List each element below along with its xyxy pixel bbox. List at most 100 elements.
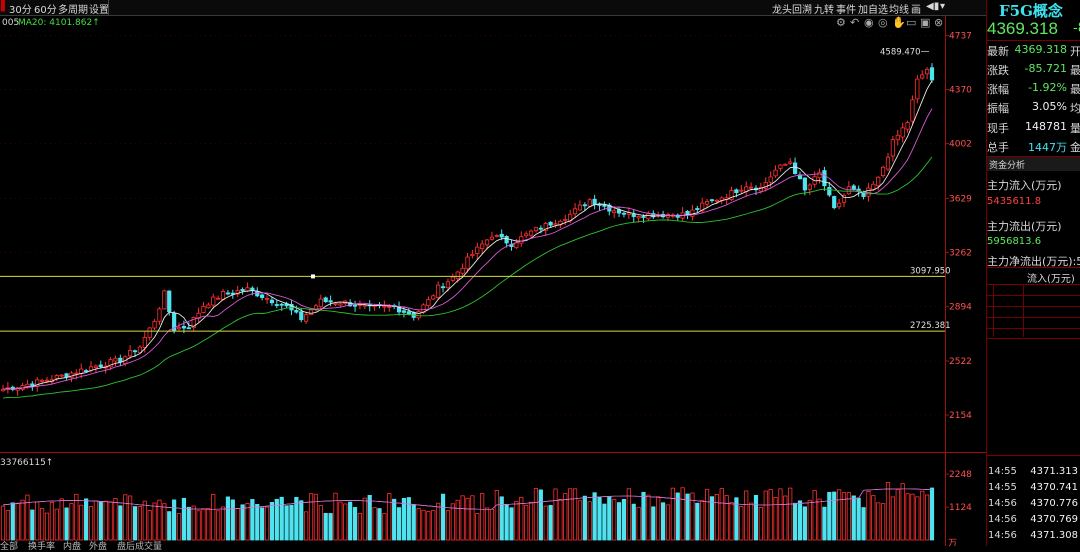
volume-bar-up xyxy=(35,501,40,541)
volume-bar-up xyxy=(426,511,431,541)
volume-bar-up xyxy=(357,512,363,541)
volume-bar-up xyxy=(216,510,221,541)
volume-bar-down xyxy=(832,491,837,541)
volume-bar-up xyxy=(881,503,886,541)
candle-down xyxy=(406,311,411,315)
toolbar-nine-turn[interactable]: 九转 xyxy=(814,1,834,16)
volume-bar-down xyxy=(753,494,759,541)
volume-bar-down xyxy=(401,497,407,541)
volume-bar-up xyxy=(157,499,162,541)
toolbar-ma[interactable]: 均线 xyxy=(889,1,909,16)
volume-bar-up xyxy=(670,487,675,541)
volume-bar-up xyxy=(636,506,641,541)
candle-up xyxy=(690,209,695,217)
hand-icon[interactable]: ✋ xyxy=(892,16,906,29)
ma20-readout: MA20: 4101.862↑ xyxy=(18,18,100,28)
candle-up xyxy=(489,236,495,240)
moving-average-lines xyxy=(2,80,933,510)
volume-bar-up xyxy=(700,500,705,541)
kline-chart[interactable]: 4737 4370 4002 3629 3262 2894 2522 2154 2248 1124… xyxy=(0,15,986,546)
toolbar-draw[interactable]: 画 xyxy=(911,1,921,16)
volume-bar-up xyxy=(656,496,661,541)
candle-up xyxy=(338,303,343,306)
volume-bar-up xyxy=(871,495,876,541)
fund-analysis-title: 资金分析 xyxy=(989,161,1026,171)
volume-bar-up xyxy=(196,510,201,541)
dropdown-arrow-icon[interactable]: ▾ xyxy=(940,1,945,12)
volume-bar-down xyxy=(602,503,607,541)
volume-bar-down xyxy=(597,497,602,541)
volume-bar-down xyxy=(186,506,191,541)
volume-bar-up xyxy=(304,511,309,541)
indicator-prefix: 005 xyxy=(2,18,19,28)
candle-up xyxy=(157,308,162,322)
candle-up xyxy=(807,184,812,190)
volume-bar-up xyxy=(416,508,421,541)
candle-up xyxy=(528,230,534,236)
volume-bar-up xyxy=(680,487,685,541)
toolbar-add-watchlist[interactable]: 加自选 xyxy=(858,1,888,16)
volume-bar-up xyxy=(211,493,216,541)
candle-up xyxy=(455,271,460,280)
volume-bar-down xyxy=(255,503,260,541)
candle-up xyxy=(113,357,118,362)
volume-bar-up xyxy=(778,488,783,541)
fund-analysis-header[interactable]: 资金分析 xyxy=(987,157,1080,171)
volume-bar-down xyxy=(348,501,353,541)
candle-down xyxy=(592,198,597,205)
toolbar-period-30[interactable]: 30分 xyxy=(9,1,32,16)
candle-down xyxy=(734,189,739,194)
candle-up xyxy=(846,186,851,195)
volume-bar-down xyxy=(172,499,177,541)
toolbar-marker: ▌ xyxy=(1,1,9,12)
candle-down xyxy=(641,216,646,218)
candle-down xyxy=(30,383,35,387)
toolbar-multi-period[interactable]: 多周期 xyxy=(58,1,88,16)
candle-up xyxy=(470,253,475,256)
toolbar-period-60[interactable]: 60分 xyxy=(34,1,57,16)
toolbar-events[interactable]: 事件 xyxy=(836,1,856,16)
volume-bar-up xyxy=(308,493,314,541)
volume-bar-up xyxy=(748,502,754,541)
volume-bar-up xyxy=(54,508,59,541)
candle-up xyxy=(837,202,842,208)
gear-icon[interactable]: ⚙ xyxy=(836,16,846,29)
volume-bar-up xyxy=(460,495,465,541)
volume-bar-up xyxy=(137,506,143,541)
toolbar-settings[interactable]: 设置 xyxy=(89,1,109,16)
volume-bar-down xyxy=(592,492,597,541)
volume-bar-down xyxy=(851,495,856,541)
volume-bar-up xyxy=(524,504,529,541)
candle-up xyxy=(93,365,98,368)
volume-bar-down xyxy=(396,507,402,541)
candle-up xyxy=(494,235,499,237)
candle-up xyxy=(646,213,651,220)
volume-bar-up xyxy=(577,500,583,541)
close-icon[interactable]: ⊗ xyxy=(934,16,943,29)
toolbar-dragon-review[interactable]: 龙头回溯 xyxy=(772,1,812,16)
volume-bar-up xyxy=(5,510,10,541)
volume-bar-down xyxy=(685,493,690,541)
candle-down xyxy=(98,364,103,368)
volume-bar-up xyxy=(533,488,539,541)
candle-down xyxy=(274,304,279,306)
tick-row: 14:55 4370.741 xyxy=(988,482,1078,493)
volume-bar-up xyxy=(846,492,851,541)
undo-icon[interactable]: ↶ xyxy=(850,16,859,29)
volume-bar-up xyxy=(142,500,147,541)
candle-down xyxy=(323,297,328,303)
volume-bar-up xyxy=(338,501,343,541)
volume-bar-up xyxy=(866,491,871,541)
volume-bar-up xyxy=(206,508,211,541)
layout-icon[interactable]: ▭ xyxy=(906,16,916,29)
volume-bar-down xyxy=(269,502,275,541)
volume-bar-down xyxy=(260,507,265,541)
image-icon[interactable]: ▣ xyxy=(920,16,930,29)
volume-bar-up xyxy=(343,503,348,541)
volume-bar-up xyxy=(758,507,763,541)
eye-outline-icon[interactable]: ◎ xyxy=(878,16,888,29)
volume-bar-up xyxy=(49,501,54,541)
outflow-label: 主力流出(万元) xyxy=(987,220,1062,233)
sound-icon[interactable]: ◀▮ xyxy=(926,1,939,12)
eye-icon[interactable]: ◉ xyxy=(864,16,874,29)
